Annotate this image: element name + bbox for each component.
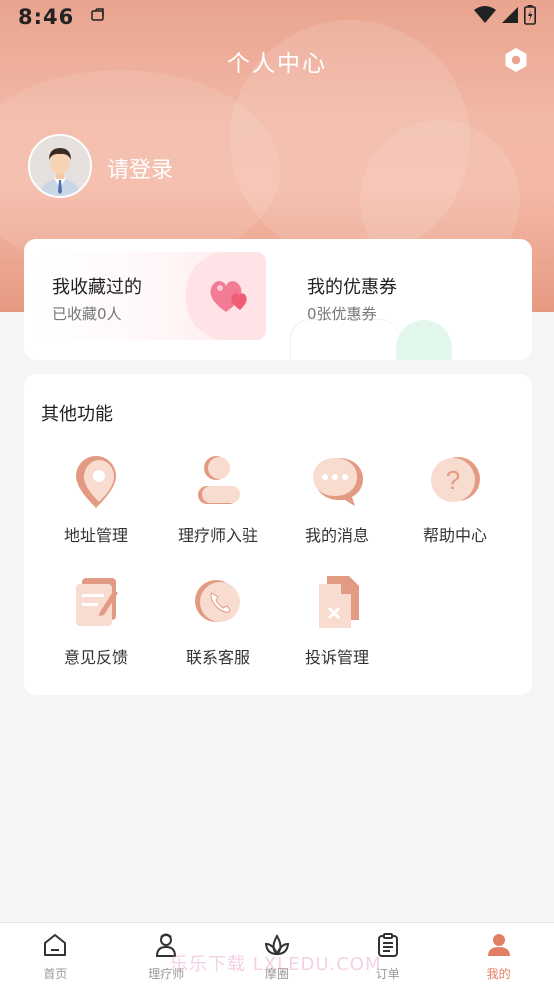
phone-icon — [188, 574, 248, 634]
svg-text:?: ? — [446, 465, 460, 495]
nav-home[interactable]: 首页 — [0, 923, 111, 984]
wifi-icon — [474, 6, 496, 28]
login-link[interactable]: 请登录 — [107, 152, 173, 184]
coupons-title[interactable]: 我的优惠券 — [307, 273, 397, 299]
battery-icon — [524, 5, 536, 29]
person-icon — [188, 452, 248, 512]
function-contact-service[interactable]: 联系客服 — [159, 574, 277, 674]
coupons-subtitle: 0张优惠券 — [307, 305, 377, 323]
status-bar: 8:46 — [0, 0, 554, 34]
function-label: 意见反馈 — [63, 648, 128, 667]
favorites-subtitle: 已收藏0人 — [52, 305, 122, 323]
function-messages[interactable]: 我的消息 — [278, 452, 396, 552]
nav-mine[interactable]: 我的 — [443, 923, 554, 984]
user-icon — [486, 932, 512, 962]
coupon-decor-outline — [290, 319, 400, 359]
heart-icon — [206, 276, 254, 320]
function-label: 地址管理 — [63, 526, 128, 545]
avatar[interactable] — [28, 134, 92, 198]
function-label: 帮助中心 — [422, 526, 487, 545]
status-time: 8:46 — [18, 5, 75, 29]
page-title: 个人中心 — [227, 51, 327, 77]
function-label: 我的消息 — [304, 526, 369, 545]
home-icon — [42, 932, 68, 962]
functions-title: 其他功能 — [41, 404, 113, 425]
location-pin-icon — [66, 452, 126, 512]
function-therapist-join[interactable]: 理疗师入驻 — [159, 452, 277, 552]
message-bubble-icon — [307, 452, 367, 512]
function-help-center[interactable]: ? 帮助中心 — [396, 452, 514, 552]
favorites-entry[interactable]: 我收藏过的 已收藏0人 — [34, 252, 266, 340]
functions-card: 其他功能 地址管理 理疗师入驻 我的消息 ? 帮助中心 意见反馈 联系客服 投诉… — [24, 374, 532, 695]
hexagon-settings-icon — [504, 47, 528, 77]
question-icon: ? — [425, 452, 485, 512]
document-x-icon — [307, 574, 367, 634]
function-complaints[interactable]: 投诉管理 — [278, 574, 396, 674]
settings-button[interactable] — [500, 46, 532, 78]
nav-label: 我的 — [486, 967, 511, 981]
function-feedback[interactable]: 意见反馈 — [37, 574, 155, 674]
photo-icon — [90, 7, 106, 27]
watermark: 乐乐下载 LXLEDU.COM — [170, 954, 382, 975]
summary-card: 我收藏过的 已收藏0人 我的优惠券 0张优惠券 — [24, 239, 532, 360]
person-avatar-icon — [30, 136, 90, 196]
function-label: 联系客服 — [185, 648, 250, 667]
signal-icon — [502, 6, 518, 28]
nav-label: 首页 — [43, 967, 68, 981]
edit-note-icon — [66, 574, 126, 634]
function-label: 投诉管理 — [304, 648, 369, 667]
favorites-title: 我收藏过的 — [52, 277, 142, 298]
function-address[interactable]: 地址管理 — [37, 452, 155, 552]
coupon-decor — [396, 320, 452, 360]
function-label: 理疗师入驻 — [177, 526, 258, 545]
